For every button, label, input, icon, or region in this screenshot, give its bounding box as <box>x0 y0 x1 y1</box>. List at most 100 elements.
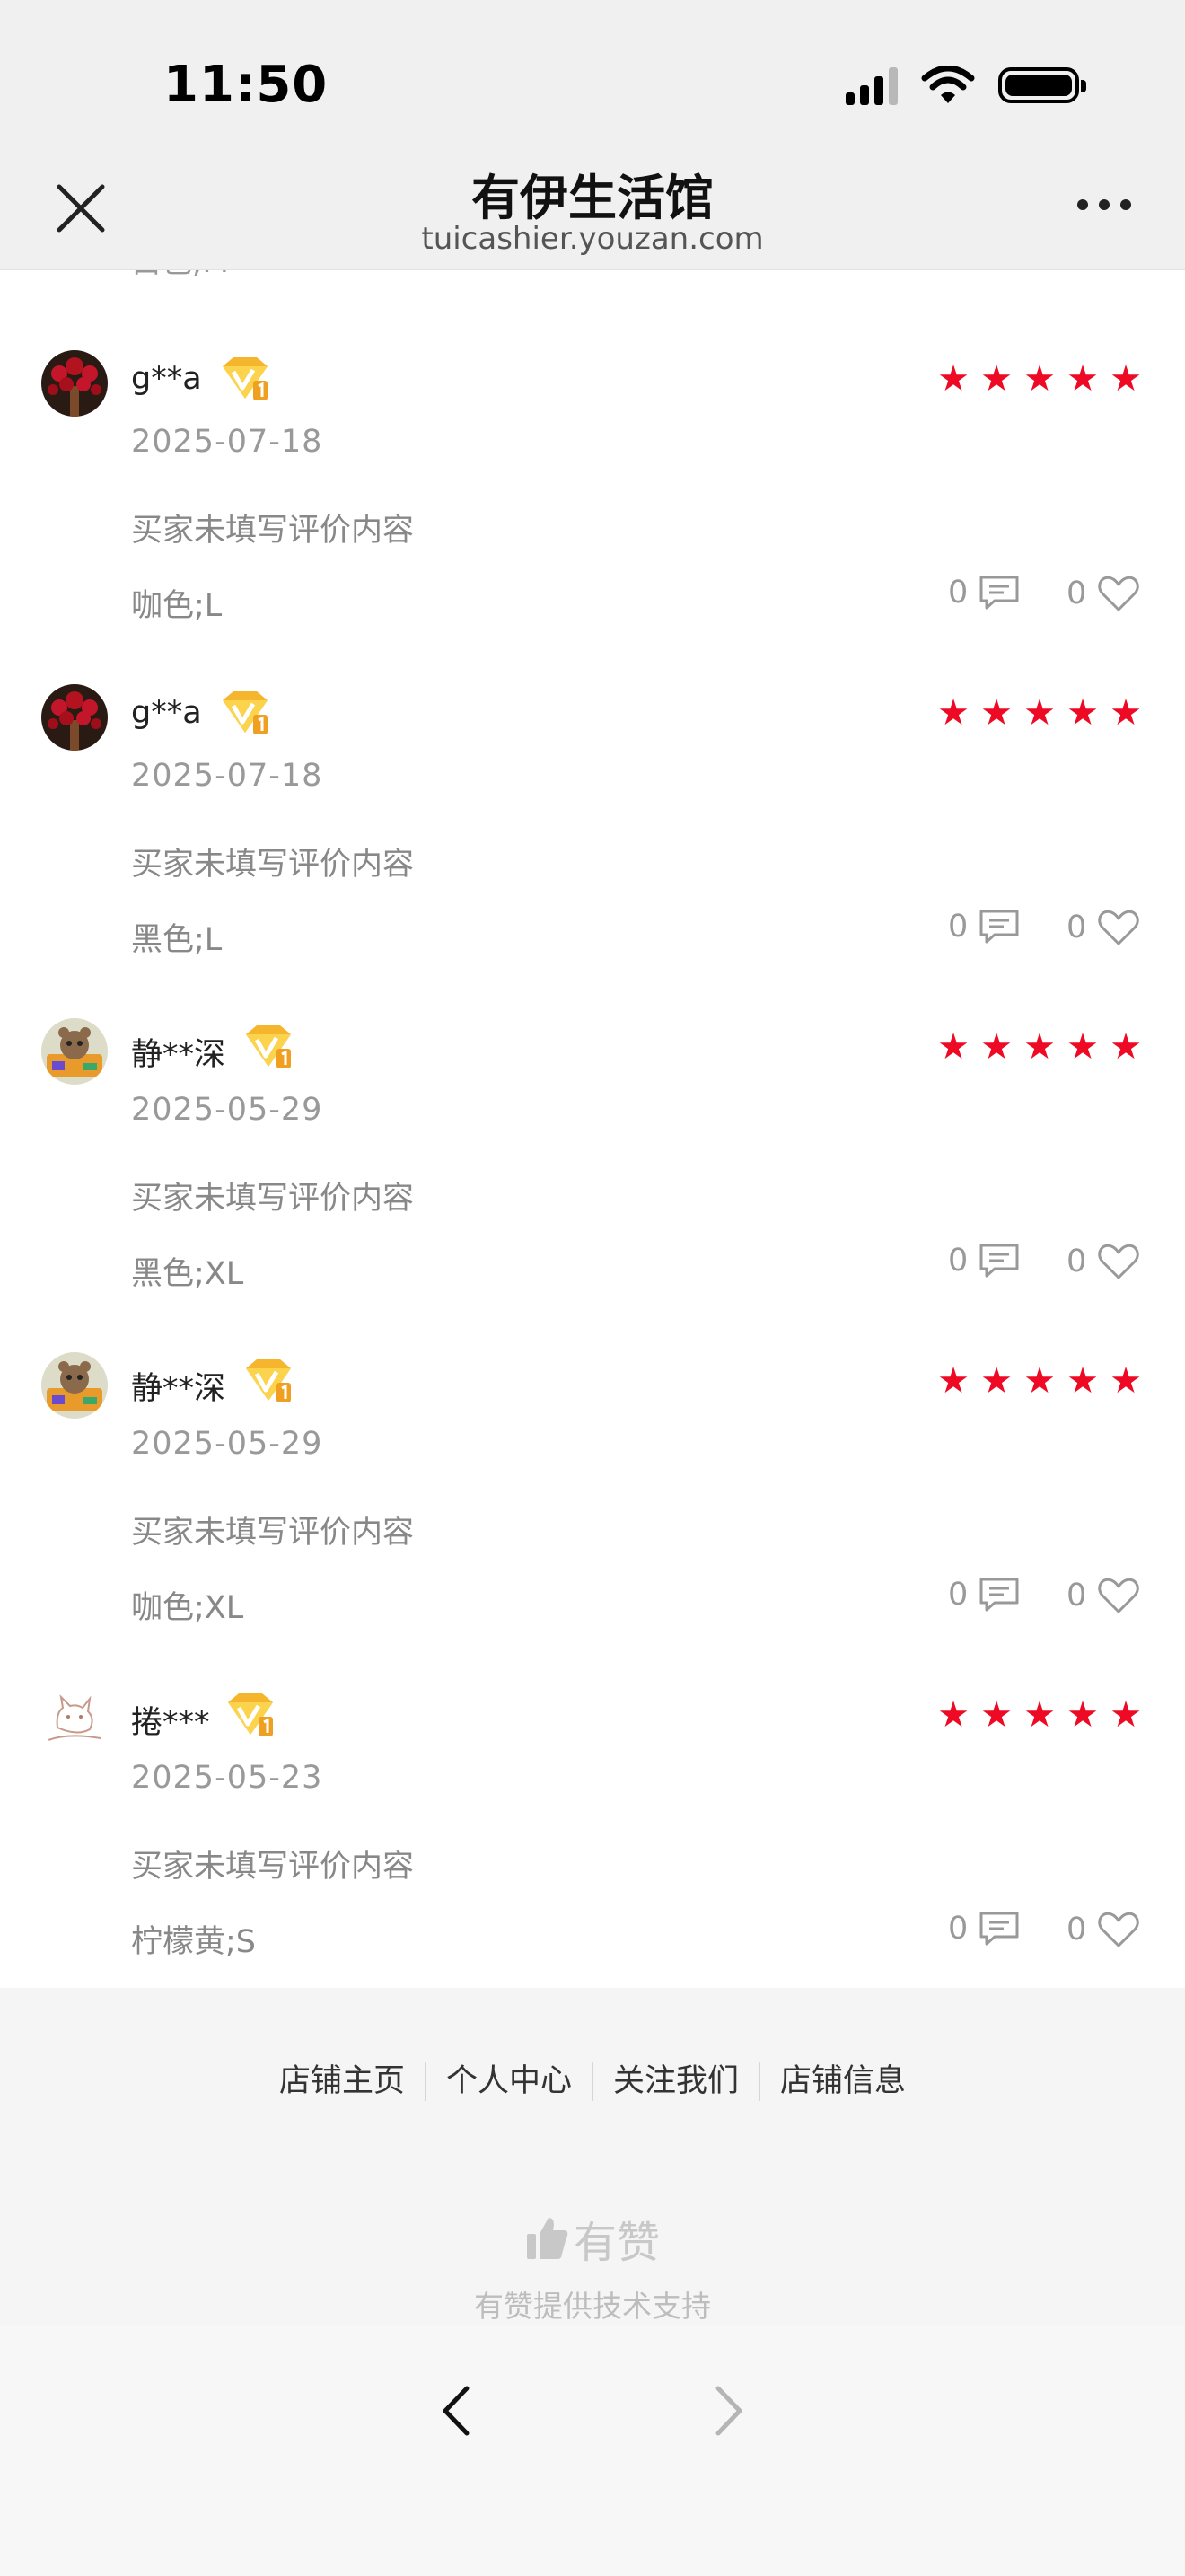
comment-count: 0 <box>948 1911 969 1947</box>
review-username: g**a <box>131 695 202 731</box>
heart-icon <box>1098 1578 1139 1613</box>
footer-link-shop-info[interactable]: 店铺信息 <box>759 2062 926 2101</box>
star-icon: ★ <box>980 1360 1013 1402</box>
rating-stars: ★ ★ ★ ★ ★ <box>935 361 1144 397</box>
like-button[interactable]: 0 <box>1066 575 1140 612</box>
review-content: 买家未填写评价内容 <box>131 513 415 549</box>
review-date: 2025-05-29 <box>131 1426 323 1462</box>
like-count: 0 <box>1066 576 1087 611</box>
vip-badge-icon <box>228 1693 273 1736</box>
forward-arrow-icon[interactable] <box>700 2379 754 2442</box>
review-username: 静**深 <box>131 1037 226 1073</box>
avatar-image <box>41 1352 108 1419</box>
brand-name: 有赞 <box>573 2218 660 2268</box>
footer-links: 店铺主页 个人中心 关注我们 店铺信息 <box>0 2062 1185 2101</box>
wifi-icon <box>921 66 975 103</box>
comment-button[interactable]: 0 <box>948 909 1020 945</box>
like-button[interactable]: 0 <box>1066 1577 1140 1614</box>
review-username: 捲*** <box>131 1705 210 1741</box>
heart-icon <box>1098 1912 1139 1947</box>
dot <box>1099 199 1110 210</box>
comment-icon <box>979 1244 1019 1278</box>
star-icon: ★ <box>980 1694 1013 1736</box>
comment-button[interactable]: 0 <box>948 575 1020 611</box>
comment-button[interactable]: 0 <box>948 1243 1020 1279</box>
star-icon: ★ <box>1110 692 1142 734</box>
review-item: 捲*** ★ ★ ★ ★ ★ 2025-05-23 买家未填写评价内容 柠檬黄;S 0 … <box>0 1686 1185 2020</box>
comment-count: 0 <box>948 1577 969 1613</box>
avatar-image <box>41 1018 108 1085</box>
review-item: 静**深 ★ ★ ★ ★ ★ 2025-05-29 买家未填写评价内容 黑色;XL 0 … <box>0 1018 1185 1352</box>
avatar-image <box>41 1686 108 1753</box>
tech-support-text: 有赞提供技术支持 <box>474 2289 711 2324</box>
review-content: 买家未填写评价内容 <box>131 1181 415 1217</box>
review-item: g**a ★ ★ ★ ★ ★ 2025-07-18 买家未填写评价内容 咖色;L 0 0 <box>0 350 1185 684</box>
like-count: 0 <box>1066 1244 1087 1279</box>
star-icon: ★ <box>1066 692 1099 734</box>
status-icons <box>846 63 1086 108</box>
star-icon: ★ <box>937 1694 970 1736</box>
vip-badge-icon <box>246 1025 291 1068</box>
star-icon: ★ <box>1023 692 1056 734</box>
star-icon: ★ <box>1110 358 1142 400</box>
dot <box>1120 199 1131 210</box>
heart-icon <box>1098 576 1139 611</box>
heart-icon <box>1098 910 1139 945</box>
star-icon: ★ <box>1110 1694 1142 1736</box>
review-date: 2025-07-18 <box>131 424 323 460</box>
like-button[interactable]: 0 <box>1066 1911 1140 1948</box>
avatar <box>41 1018 108 1085</box>
review-sku: 黑色;L <box>131 922 223 958</box>
back-arrow-icon[interactable] <box>431 2379 485 2442</box>
like-count: 0 <box>1066 1578 1087 1613</box>
comment-icon <box>979 910 1019 944</box>
footer-link-profile[interactable]: 个人中心 <box>424 2062 592 2101</box>
star-icon: ★ <box>1110 1360 1142 1402</box>
battery-icon <box>998 67 1086 103</box>
shop-footer: 店铺主页 个人中心 关注我们 店铺信息 有赞 有赞提供技术支持 <box>0 1988 1185 2325</box>
review-date: 2025-05-23 <box>131 1760 323 1796</box>
like-button[interactable]: 0 <box>1066 909 1140 946</box>
review-sku: 柠檬黄;S <box>131 1924 257 1960</box>
rating-stars: ★ ★ ★ ★ ★ <box>935 1697 1144 1733</box>
review-content: 买家未填写评价内容 <box>131 1515 415 1551</box>
star-icon: ★ <box>980 358 1013 400</box>
comment-button[interactable]: 0 <box>948 1577 1020 1613</box>
rating-stars: ★ ★ ★ ★ ★ <box>935 695 1144 731</box>
review-content: 买家未填写评价内容 <box>131 1849 415 1885</box>
like-button[interactable]: 0 <box>1066 1243 1140 1280</box>
rating-stars: ★ ★ ★ ★ ★ <box>935 1029 1144 1065</box>
like-count: 0 <box>1066 1912 1087 1947</box>
review-date: 2025-05-29 <box>131 1092 323 1128</box>
review-content: 买家未填写评价内容 <box>131 847 415 883</box>
more-options-button[interactable] <box>1077 199 1131 210</box>
page-domain: tuicashier.youzan.com <box>421 221 764 257</box>
star-icon: ★ <box>1023 1360 1056 1402</box>
youzan-brand: 有赞 <box>0 2207 1185 2270</box>
avatar-image <box>41 684 108 751</box>
vip-badge-icon <box>223 691 268 734</box>
star-icon: ★ <box>980 692 1013 734</box>
comment-count: 0 <box>948 1243 969 1279</box>
star-icon: ★ <box>1023 358 1056 400</box>
star-icon: ★ <box>937 358 970 400</box>
review-sku: 黑色;XL <box>131 1256 244 1292</box>
avatar <box>41 684 108 751</box>
review-item: 静**深 ★ ★ ★ ★ ★ 2025-05-29 买家未填写评价内容 咖色;XL 0 … <box>0 1352 1185 1686</box>
star-icon: ★ <box>1066 358 1099 400</box>
review-date: 2025-07-18 <box>131 758 323 794</box>
dot <box>1077 199 1088 210</box>
comment-button[interactable]: 0 <box>948 1911 1020 1947</box>
comment-count: 0 <box>948 909 969 945</box>
review-sku: 咖色;L <box>131 588 223 624</box>
review-item: g**a ★ ★ ★ ★ ★ 2025-07-18 买家未填写评价内容 黑色;L 0 0 <box>0 684 1185 1018</box>
star-icon: ★ <box>1066 1360 1099 1402</box>
footer-link-home[interactable]: 店铺主页 <box>259 2062 425 2101</box>
avatar-image <box>41 350 108 417</box>
avatar <box>41 1352 108 1419</box>
like-count: 0 <box>1066 910 1087 945</box>
review-sku: 咖色;XL <box>131 1590 244 1626</box>
thumbs-up-icon <box>526 2218 568 2259</box>
star-icon: ★ <box>937 1026 970 1068</box>
footer-link-follow[interactable]: 关注我们 <box>592 2062 759 2101</box>
